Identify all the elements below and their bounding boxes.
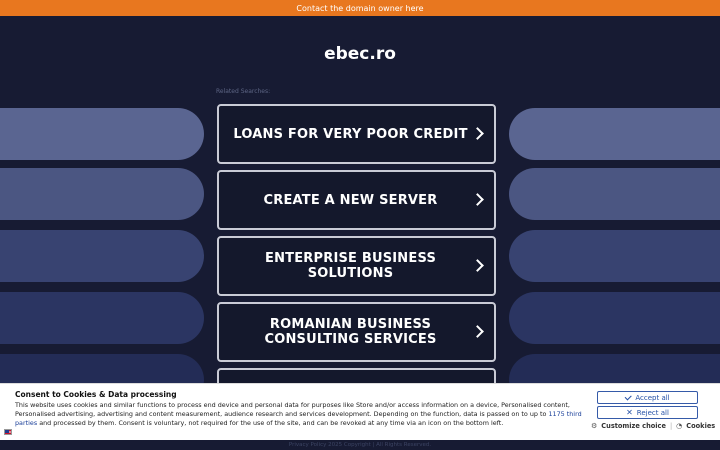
decorative-pill xyxy=(509,230,720,282)
consent-description: This website uses cookies and similar fu… xyxy=(15,401,585,429)
accept-all-button[interactable]: Accept all xyxy=(597,391,698,404)
related-link-consulting[interactable]: ROMANIAN BUSINESS CONSULTING SERVICES xyxy=(217,302,496,362)
related-link-enterprise[interactable]: ENTERPRISE BUSINESS SOLUTIONS xyxy=(217,236,496,296)
consent-title: Consent to Cookies & Data processing xyxy=(15,390,177,399)
related-link-loans[interactable]: LOANS FOR VERY POOR CREDIT xyxy=(217,104,496,164)
gear-icon: ⚙ xyxy=(591,422,598,430)
footer-copyright: Privacy Policy 2025 Copyright | All Righ… xyxy=(288,442,432,448)
reject-all-button[interactable]: ✕ Reject all xyxy=(597,406,698,419)
cookies-link[interactable]: Cookies xyxy=(686,422,715,430)
decorative-pill xyxy=(509,292,720,344)
contact-owner-banner[interactable]: Contact the domain owner here xyxy=(0,0,720,16)
chevron-right-icon xyxy=(471,127,484,140)
chevron-right-icon xyxy=(471,193,484,206)
related-link-server[interactable]: CREATE A NEW SERVER xyxy=(217,170,496,230)
consent-text: and processed by them. Consent is volunt… xyxy=(37,419,504,428)
check-icon xyxy=(625,393,632,400)
decorative-pill xyxy=(509,108,720,160)
related-link-label: ROMANIAN BUSINESS CONSULTING SERVICES xyxy=(264,317,437,347)
decorative-pill xyxy=(509,168,720,220)
related-searches-label: Related Searches: xyxy=(216,88,271,95)
customize-choice-link[interactable]: Customize choice xyxy=(601,422,666,430)
chevron-right-icon xyxy=(471,259,484,272)
decorative-pill xyxy=(0,168,204,220)
close-icon: ✕ xyxy=(626,407,633,417)
related-link-label: CREATE A NEW SERVER xyxy=(263,192,438,208)
reject-all-label: Reject all xyxy=(636,408,669,417)
accept-all-label: Accept all xyxy=(635,393,670,402)
contact-owner-link[interactable]: Contact the domain owner here xyxy=(296,4,423,13)
related-link-label: ENTERPRISE BUSINESS SOLUTIONS xyxy=(264,251,437,281)
cookie-consent-banner: Consent to Cookies & Data processing Thi… xyxy=(0,383,720,440)
related-link-label: LOANS FOR VERY POOR CREDIT xyxy=(233,126,468,142)
decorative-pill xyxy=(0,108,204,160)
cookie-icon: ◔ xyxy=(676,422,683,430)
domain-title: ebec.ro xyxy=(324,44,396,64)
chevron-right-icon xyxy=(471,325,484,338)
consent-text: This website uses cookies and similar fu… xyxy=(15,401,570,419)
separator: | xyxy=(669,422,673,430)
decorative-pill xyxy=(0,292,204,344)
consent-links: ⚙ Customize choice | ◔ Cookies xyxy=(591,422,715,430)
flag-icon[interactable] xyxy=(4,429,12,435)
decorative-pill xyxy=(0,230,204,282)
